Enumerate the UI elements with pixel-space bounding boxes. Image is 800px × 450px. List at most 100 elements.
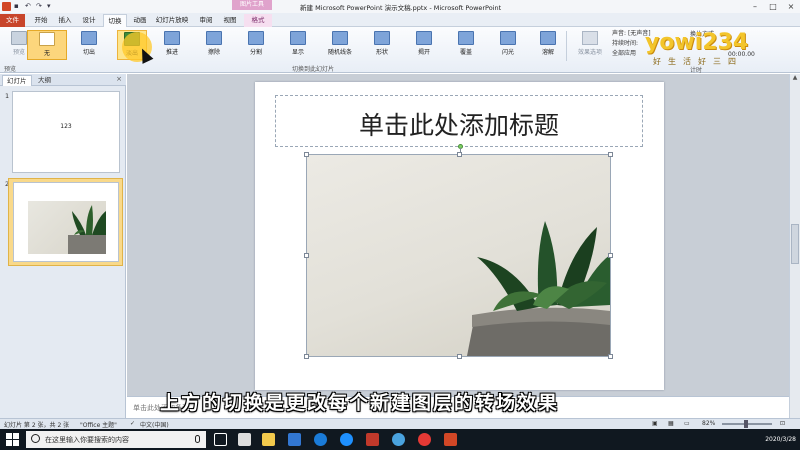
- task-view-icon[interactable]: [214, 433, 227, 446]
- window-title: 新建 Microsoft PowerPoint 演示文稿.pptx - Micr…: [300, 4, 502, 12]
- transition-cut-button[interactable]: 切出: [74, 30, 104, 60]
- transition-split-button[interactable]: 分割: [241, 30, 271, 60]
- tab-format[interactable]: 格式: [244, 14, 272, 27]
- powerpoint-logo-icon[interactable]: [2, 2, 11, 11]
- redo-icon[interactable]: ↷: [36, 2, 44, 10]
- slide-thumbnail-text: 123: [60, 123, 72, 130]
- effect-options-icon: [582, 31, 598, 45]
- effect-options-button[interactable]: 效果选项: [578, 31, 602, 59]
- resize-handle-top[interactable]: [457, 152, 462, 157]
- tab-home[interactable]: 开始: [31, 14, 51, 27]
- slide-thumbnail-2[interactable]: [13, 182, 119, 262]
- customize-qat-icon[interactable]: ▾: [47, 2, 55, 10]
- slide-thumbnail-1[interactable]: 123: [12, 91, 120, 173]
- close-panel-icon[interactable]: ×: [116, 75, 122, 83]
- resize-handle-bottom[interactable]: [457, 354, 462, 359]
- transition-gallery-scroll[interactable]: [566, 31, 575, 61]
- tab-slideshow[interactable]: 幻灯片放映: [154, 14, 190, 27]
- transition-push-button[interactable]: 推进: [157, 30, 187, 60]
- plant-photo: [307, 155, 610, 356]
- normal-view-icon[interactable]: ▣: [652, 420, 658, 427]
- random-bars-icon: [332, 31, 348, 45]
- transition-group-label: 切换到此幻灯片: [292, 66, 335, 73]
- tab-insert[interactable]: 插入: [55, 14, 75, 27]
- site-watermark: yowi234 好生活好三四: [645, 30, 775, 72]
- tab-view[interactable]: 视图: [220, 14, 240, 27]
- transition-shape-button[interactable]: 形状: [367, 30, 397, 60]
- zoom-level[interactable]: 82%: [702, 420, 715, 427]
- resize-handle-top-left[interactable]: [304, 152, 309, 157]
- recorder-icon[interactable]: [418, 433, 431, 446]
- tab-file[interactable]: 文件: [0, 14, 25, 27]
- ie-icon[interactable]: [340, 433, 353, 446]
- watermark-logo: yowi234: [645, 30, 749, 55]
- zoom-slider-knob[interactable]: [744, 420, 748, 428]
- preview-group-label: 预览: [4, 66, 17, 73]
- edge-icon[interactable]: [314, 433, 327, 446]
- thumbnail-plant-photo: [28, 201, 106, 254]
- minimize-button[interactable]: –: [746, 0, 764, 13]
- close-button[interactable]: ×: [782, 0, 800, 13]
- tab-review[interactable]: 审阅: [196, 14, 216, 27]
- app-icon[interactable]: [366, 433, 379, 446]
- selected-picture[interactable]: [304, 152, 613, 359]
- save-icon[interactable]: ▪: [14, 2, 22, 10]
- mail-icon[interactable]: [288, 433, 301, 446]
- quick-access-toolbar: ▪ ↶ ↷ ▾: [2, 2, 55, 11]
- theme-status: "Office 主题": [80, 422, 117, 429]
- taskbar-search-placeholder: 在这里输入你要搜索的内容: [45, 436, 129, 444]
- file-explorer-icon[interactable]: [262, 433, 275, 446]
- resize-handle-left[interactable]: [304, 253, 309, 258]
- resize-handle-top-right[interactable]: [608, 152, 613, 157]
- dissolve-transition-icon: [540, 31, 556, 45]
- transition-flash-button[interactable]: 闪光: [493, 30, 523, 60]
- browser-icon[interactable]: [392, 433, 405, 446]
- windows-taskbar: 在这里输入你要搜索的内容 2020/3/28: [0, 429, 800, 450]
- microphone-icon[interactable]: [195, 435, 200, 443]
- tab-animations[interactable]: 动画: [130, 14, 150, 27]
- windows-start-icon[interactable]: [6, 433, 19, 446]
- maximize-button[interactable]: □: [764, 0, 782, 13]
- slide-number: 1: [5, 92, 10, 100]
- undo-icon[interactable]: ↶: [25, 2, 33, 10]
- scrollbar-thumb[interactable]: [791, 224, 799, 264]
- slide-count-status: 幻灯片 第 2 张，共 2 张: [4, 422, 70, 429]
- store-icon[interactable]: [238, 433, 251, 446]
- scroll-up-icon[interactable]: ▲: [790, 74, 800, 84]
- taskbar-search-box[interactable]: 在这里输入你要搜索的内容: [26, 431, 206, 448]
- status-bar: 幻灯片 第 2 张，共 2 张 "Office 主题" ✓ 中文(中国) ▣ ▦…: [0, 418, 800, 429]
- transition-random-bars-button[interactable]: 随机线条: [325, 30, 355, 60]
- tray-date: 2020/3/28: [765, 436, 796, 443]
- tab-transitions[interactable]: 切换: [103, 14, 127, 27]
- title-placeholder[interactable]: 单击此处添加标题: [275, 95, 643, 147]
- cut-transition-icon: [81, 31, 97, 45]
- flash-transition-icon: [500, 31, 516, 45]
- fit-to-window-icon[interactable]: ⊡: [780, 420, 785, 427]
- reading-view-icon[interactable]: ▭: [684, 420, 690, 427]
- slide-thumbnail-2-selected[interactable]: [8, 178, 123, 266]
- slide-sorter-icon[interactable]: ▦: [668, 420, 674, 427]
- ribbon-tab-row: 文件 开始 插入 设计 切换 动画 幻灯片放映 审阅 视图 格式: [0, 13, 800, 27]
- language-status[interactable]: 中文(中国): [140, 420, 169, 429]
- watermark-slogan: 好生活好三四: [653, 57, 743, 66]
- split-transition-icon: [248, 31, 264, 45]
- vertical-scrollbar[interactable]: ▲: [789, 74, 800, 418]
- resize-handle-bottom-left[interactable]: [304, 354, 309, 359]
- resize-handle-bottom-right[interactable]: [608, 354, 613, 359]
- transition-reveal-button[interactable]: 显示: [283, 30, 313, 60]
- transition-wipe-button[interactable]: 擦除: [199, 30, 229, 60]
- transition-dissolve-button[interactable]: 溶解: [533, 30, 563, 60]
- system-tray[interactable]: 2020/3/28: [765, 431, 796, 444]
- title-bar: ▪ ↶ ↷ ▾ 图片工具 新建 Microsoft PowerPoint 演示文…: [0, 0, 800, 13]
- current-slide[interactable]: 单击此处添加标题: [255, 82, 664, 390]
- spellcheck-icon[interactable]: ✓: [130, 420, 135, 427]
- transition-none-button[interactable]: 无: [27, 30, 67, 60]
- transition-uncover-button[interactable]: 揭开: [409, 30, 439, 60]
- powerpoint-taskbar-icon[interactable]: [444, 433, 457, 446]
- tab-design[interactable]: 设计: [79, 14, 99, 27]
- resize-handle-right[interactable]: [608, 253, 613, 258]
- transition-cover-button[interactable]: 覆盖: [451, 30, 481, 60]
- shape-transition-icon: [374, 31, 390, 45]
- tab-outline[interactable]: 大纲: [34, 75, 55, 86]
- tab-slides[interactable]: 幻灯片: [2, 75, 32, 86]
